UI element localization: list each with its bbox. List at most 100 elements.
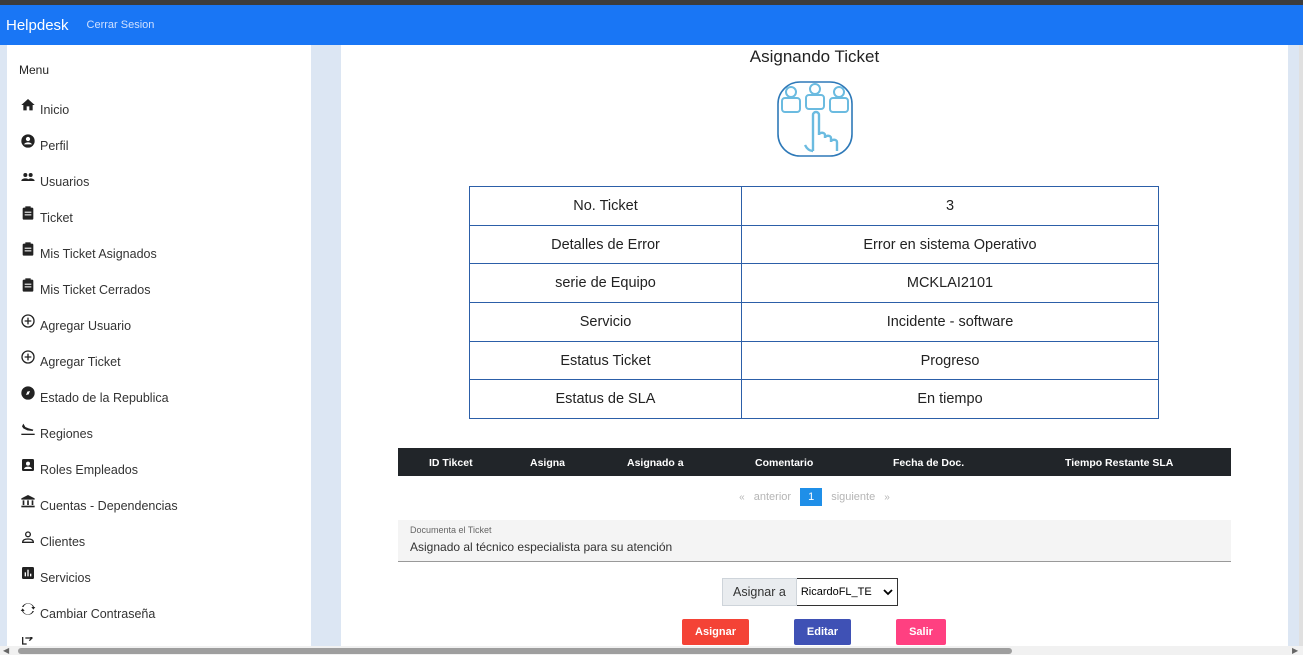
sidebar-item-regiones[interactable]: Regiones	[20, 421, 93, 441]
logout-icon	[22, 637, 33, 645]
column-header[interactable]: Asignado a	[627, 457, 684, 469]
sidebar-item-partial[interactable]	[20, 637, 40, 646]
add-circle-icon	[21, 350, 35, 364]
page-title: Asignando Ticket	[749, 47, 880, 66]
sidebar-item-label: Servicios	[40, 571, 91, 585]
sidebar-item-label: Clientes	[40, 535, 86, 549]
person-outline-icon	[21, 531, 35, 543]
sidebar-item-agregar-ticket[interactable]: Agregar Ticket	[20, 349, 121, 369]
table-row: serie de Equipo MCKLAI2101	[469, 263, 1159, 304]
sidebar-item-roles-empleados[interactable]: Roles Empleados	[20, 457, 138, 477]
sidebar-item-servicios[interactable]: Servicios	[20, 565, 91, 585]
scroll-left-arrow-icon[interactable]: ◀	[3, 646, 9, 655]
clipboard-icon	[22, 242, 34, 256]
sidebar-item-label: Roles Empleados	[40, 463, 138, 477]
assign-button[interactable]: Asignar	[682, 619, 749, 645]
sidebar-item-clientes[interactable]: Clientes	[20, 529, 85, 549]
chevron-down-icon	[883, 589, 893, 596]
info-value: En tiempo	[741, 379, 1159, 420]
column-header[interactable]: Asigna	[530, 457, 565, 469]
table-row: Detalles de Error Error en sistema Operat…	[469, 224, 1159, 265]
sidebar-item-cambiar-contrasena[interactable]: Cambiar Contraseña	[20, 601, 155, 621]
people-icon	[21, 173, 35, 181]
vertical-scrollbar[interactable]	[1299, 45, 1303, 646]
flight-land-icon	[21, 423, 35, 435]
sidebar-item-label: Mis Ticket Cerrados	[40, 283, 151, 297]
badge-icon	[22, 459, 34, 471]
scroll-right-arrow-icon[interactable]: ▶	[1292, 646, 1298, 655]
info-label: Servicio	[469, 302, 742, 342]
sidebar-item-label: Usuarios	[40, 175, 90, 189]
assign-label: Asignar a	[722, 578, 797, 606]
main-content: Asignando Ticket No. Ticket 3 Detalles de…	[341, 45, 1288, 646]
sidebar-item-cuentas-dependencias[interactable]: Cuentas - Dependencias	[20, 493, 178, 513]
table-row: Estatus Ticket Progreso	[469, 340, 1159, 381]
sidebar-item-label: Regiones	[40, 427, 93, 441]
ticket-info-table: No. Ticket 3 Detalles de Error Error en si…	[469, 186, 1159, 420]
navbar: Helpdesk Cerrar Sesion	[0, 5, 1303, 45]
add-circle-icon	[21, 314, 35, 328]
next-page-link[interactable]: siguiente	[831, 491, 875, 503]
compass-icon	[21, 386, 35, 400]
sidebar-item-label: Agregar Usuario	[40, 319, 132, 333]
logout-link[interactable]: Cerrar Sesion	[87, 19, 155, 31]
account-circle-icon	[21, 134, 35, 148]
info-label: serie de Equipo	[469, 263, 742, 304]
horizontal-scrollbar[interactable]: ◀ ▶	[0, 646, 1303, 655]
sidebar-item-label: Estado de la Republica	[40, 391, 169, 405]
info-label: Estatus de SLA	[469, 379, 742, 420]
sidebar-item-label: Agregar Ticket	[40, 355, 121, 369]
sidebar-item-label: Mis Ticket Asignados	[40, 247, 157, 261]
column-header[interactable]: Tiempo Restante SLA	[1065, 457, 1173, 469]
sidebar-item-usuarios[interactable]: Usuarios	[20, 169, 89, 189]
document-ticket-label: Documenta el Ticket	[410, 525, 492, 535]
document-ticket-value[interactable]: Asignado al técnico especialista para su…	[410, 540, 672, 554]
sidebar-item-ticket[interactable]: Ticket	[20, 205, 73, 225]
exit-button[interactable]: Salir	[896, 619, 946, 645]
clipboard-icon	[22, 206, 34, 220]
sidebar-item-perfil[interactable]: Perfil	[20, 133, 68, 153]
sidebar: Menu Inicio Perfil Usuarios Ticket Mis T…	[7, 45, 311, 646]
assign-selected-value: RicardoFL_TE	[800, 586, 872, 598]
info-value: 3	[741, 186, 1159, 226]
sync-icon	[20, 603, 36, 615]
sidebar-item-label: Cambiar Contraseña	[40, 607, 156, 621]
assign-group: Asignar a RicardoFL_TE	[722, 578, 898, 606]
table-row: Estatus de SLA En tiempo	[469, 379, 1159, 420]
table-row: No. Ticket 3	[469, 186, 1159, 226]
sidebar-item-label: Ticket	[40, 211, 73, 225]
bar-chart-icon	[22, 567, 34, 579]
sidebar-item-inicio[interactable]: Inicio	[20, 97, 69, 117]
info-label: Estatus Ticket	[469, 340, 742, 381]
first-page-link[interactable]: «	[739, 492, 745, 503]
info-value: Error en sistema Operativo	[741, 224, 1159, 265]
pagination: « anterior 1 siguiente »	[341, 488, 1288, 506]
sidebar-item-label: Perfil	[40, 139, 69, 153]
column-header[interactable]: ID Tikcet	[429, 457, 473, 469]
sidebar-item-agregar-usuario[interactable]: Agregar Usuario	[20, 313, 131, 333]
assign-ticket-logo-icon	[777, 81, 853, 157]
current-page[interactable]: 1	[800, 488, 823, 506]
sidebar-item-mis-ticket-cerrados[interactable]: Mis Ticket Cerrados	[20, 277, 150, 297]
brand-link[interactable]: Helpdesk	[6, 17, 69, 34]
home-icon	[21, 99, 35, 111]
sidebar-item-estado-de-la-republica[interactable]: Estado de la Republica	[20, 385, 169, 405]
sidebar-item-mis-ticket-asignados[interactable]: Mis Ticket Asignados	[20, 241, 157, 261]
edit-button[interactable]: Editar	[794, 619, 851, 645]
sidebar-item-label: Inicio	[40, 103, 70, 117]
column-header[interactable]: Fecha de Doc.	[893, 457, 964, 469]
scroll-thumb[interactable]	[18, 648, 1012, 654]
last-page-link[interactable]: »	[884, 492, 890, 503]
document-ticket-field[interactable]: Documenta el Ticket Asignado al técnico …	[398, 520, 1231, 562]
table-row: Servicio Incidente - software	[469, 302, 1159, 342]
info-value: MCKLAI2101	[741, 263, 1159, 304]
sidebar-item-label: Cuentas - Dependencias	[40, 499, 178, 513]
info-label: Detalles de Error	[469, 224, 742, 265]
assign-select[interactable]: RicardoFL_TE	[796, 578, 898, 606]
info-label: No. Ticket	[469, 186, 742, 226]
column-header[interactable]: Comentario	[755, 457, 813, 469]
menu-title: Menu	[19, 63, 50, 77]
prev-page-link[interactable]: anterior	[754, 491, 791, 503]
clipboard-icon	[22, 278, 34, 292]
bank-icon	[21, 495, 35, 508]
